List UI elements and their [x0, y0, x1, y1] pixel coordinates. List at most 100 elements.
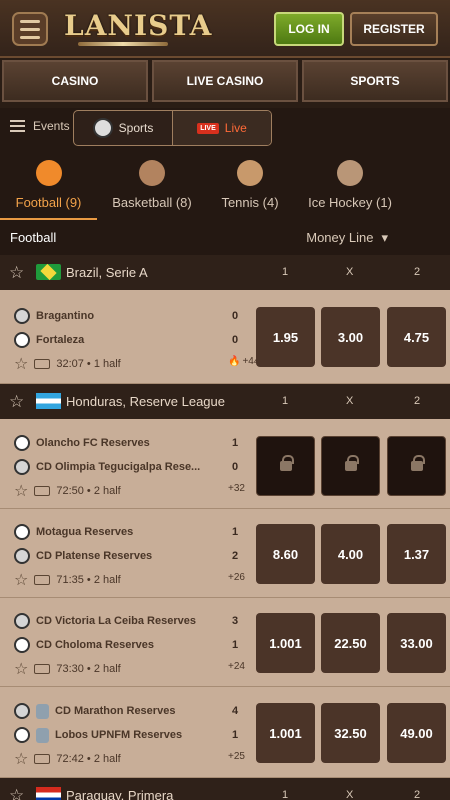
match-time: 73:30 • 2 half [56, 663, 121, 675]
basketball-icon [139, 160, 165, 186]
live-toggle-label: Live [224, 121, 247, 135]
football-icon [14, 637, 30, 653]
team-away: Fortaleza [36, 334, 85, 346]
hamburger-menu-button[interactable] [12, 12, 48, 46]
team-home: Bragantino [36, 310, 95, 322]
sport-tab-tennis[interactable]: Tennis (4) [212, 150, 288, 220]
brazil-flag-icon [36, 263, 61, 281]
odds-button-home[interactable]: 1.95 [256, 307, 315, 367]
pitch-icon [34, 486, 51, 496]
score-away: 0 [232, 461, 239, 473]
favorite-star-icon[interactable]: ☆ [14, 354, 28, 374]
score-away: 0 [232, 334, 239, 346]
odds-head-home: 1 [282, 789, 289, 800]
favorite-star-icon[interactable]: ☆ [14, 570, 28, 590]
football-icon [14, 727, 30, 743]
odds-button-away[interactable]: 1.37 [387, 524, 446, 584]
more-markets-count: +26 [228, 572, 245, 583]
team-away: Lobos UPNFM Reserves [55, 729, 183, 741]
league-header: ☆ Honduras, Reserve League 1 X 2 [0, 384, 450, 419]
football-icon [14, 703, 30, 719]
football-icon [14, 524, 30, 540]
football-icon [35, 160, 62, 186]
odds-button-home[interactable]: 8.60 [256, 524, 315, 584]
league-header: ☆ Paraguay, Primera 1 X 2 [0, 778, 450, 800]
score-away: 1 [232, 729, 239, 741]
more-markets-count: +25 [228, 751, 245, 762]
odds-head-home: 1 [282, 395, 289, 407]
odds-button-home[interactable]: 1.001 [256, 703, 315, 763]
sports-toggle-option[interactable]: Sports [74, 111, 172, 145]
score-home: 3 [232, 615, 239, 627]
match-row[interactable]: Olancho FC Reserves 1 CD Olimpia Teguciga… [0, 419, 450, 509]
football-icon [14, 308, 30, 324]
favorite-star-icon[interactable]: ☆ [14, 481, 28, 501]
live-badge: LIVE [197, 122, 219, 134]
odds-button-draw[interactable]: 4.00 [321, 524, 380, 584]
football-icon [14, 459, 30, 475]
register-button[interactable]: REGISTER [350, 12, 438, 46]
odds-head-away: 2 [414, 395, 421, 407]
score-home: 1 [232, 437, 239, 449]
market-label: Money Line [306, 230, 374, 245]
live-toggle-option[interactable]: LIVE Live [172, 111, 271, 145]
sport-tab-label: Tennis (4) [221, 195, 279, 210]
pitch-icon [34, 359, 51, 369]
tab-sports[interactable]: SPORTS [302, 60, 448, 102]
list-header: Football Money Line ▾ [0, 220, 450, 255]
sport-tab-football[interactable]: Football (9) [0, 150, 97, 220]
odds-button-draw[interactable]: 22.50 [321, 613, 380, 673]
odds-button-home-locked [256, 436, 315, 496]
odds-button-home[interactable]: 1.001 [256, 613, 315, 673]
pitch-icon [34, 754, 51, 764]
match-row[interactable]: CD Victoria La Ceiba Reserves 3 CD Cholom… [0, 598, 450, 687]
favorite-star-icon[interactable]: ☆ [9, 264, 27, 282]
team-logo [36, 727, 49, 743]
odds-button-away[interactable]: 4.75 [387, 307, 446, 367]
pitch-icon [34, 664, 51, 674]
login-button[interactable]: LOG IN [274, 12, 344, 46]
more-markets-count: +24 [228, 661, 245, 672]
events-label: Events [33, 119, 70, 133]
sport-tab-ice-hockey[interactable]: Ice Hockey (1) [302, 150, 398, 220]
match-row[interactable]: Bragantino 0 Fortaleza 0 ☆ 32:07 • 1 half 🔥… [0, 290, 450, 384]
events-toolbar: Events Sports LIVE Live [0, 108, 450, 150]
team-away: CD Platense Reserves [36, 550, 153, 562]
odds-button-away[interactable]: 49.00 [387, 703, 446, 763]
tab-casino[interactable]: CASINO [2, 60, 148, 102]
sport-tab-label: Ice Hockey (1) [308, 195, 392, 210]
team-home: CD Marathon Reserves [55, 705, 176, 717]
lanista-logo[interactable]: LANISTA [64, 9, 211, 49]
favorite-star-icon[interactable]: ☆ [14, 749, 28, 769]
tab-live-casino[interactable]: LIVE CASINO [152, 60, 298, 102]
sport-tab-basketball[interactable]: Basketball (8) [104, 150, 200, 220]
odds-button-away[interactable]: 33.00 [387, 613, 446, 673]
score-away: 1 [232, 639, 239, 651]
ice-hockey-icon [337, 160, 363, 186]
odds-head-draw: X [346, 266, 354, 278]
match-time: 72:42 • 2 half [56, 753, 121, 765]
football-icon [14, 435, 30, 451]
team-home: Olancho FC Reserves [36, 437, 150, 449]
lock-icon [410, 455, 425, 471]
team-home: Motagua Reserves [36, 526, 134, 538]
score-home: 1 [232, 526, 239, 538]
paraguay-flag-icon [36, 787, 61, 800]
sport-tab-label: Football (9) [15, 195, 82, 210]
market-selector[interactable]: Money Line ▾ [306, 230, 388, 246]
match-row[interactable]: CD Marathon Reserves 4 Lobos UPNFM Reserv… [0, 687, 450, 778]
team-logo [36, 703, 49, 719]
sport-tab-label: Basketball (8) [112, 195, 192, 210]
odds-button-draw[interactable]: 32.50 [321, 703, 380, 763]
favorite-star-icon[interactable]: ☆ [9, 787, 27, 800]
team-home: CD Victoria La Ceiba Reserves [36, 615, 196, 627]
events-menu[interactable]: Events [10, 119, 70, 133]
favorite-star-icon[interactable]: ☆ [9, 393, 27, 411]
odds-head-draw: X [346, 395, 354, 407]
football-icon [14, 332, 30, 348]
odds-button-draw[interactable]: 3.00 [321, 307, 380, 367]
match-row[interactable]: Motagua Reserves 1 CD Platense Reserves 2 … [0, 509, 450, 598]
tennis-icon [237, 160, 263, 186]
odds-head-away: 2 [414, 789, 421, 800]
favorite-star-icon[interactable]: ☆ [14, 659, 28, 679]
